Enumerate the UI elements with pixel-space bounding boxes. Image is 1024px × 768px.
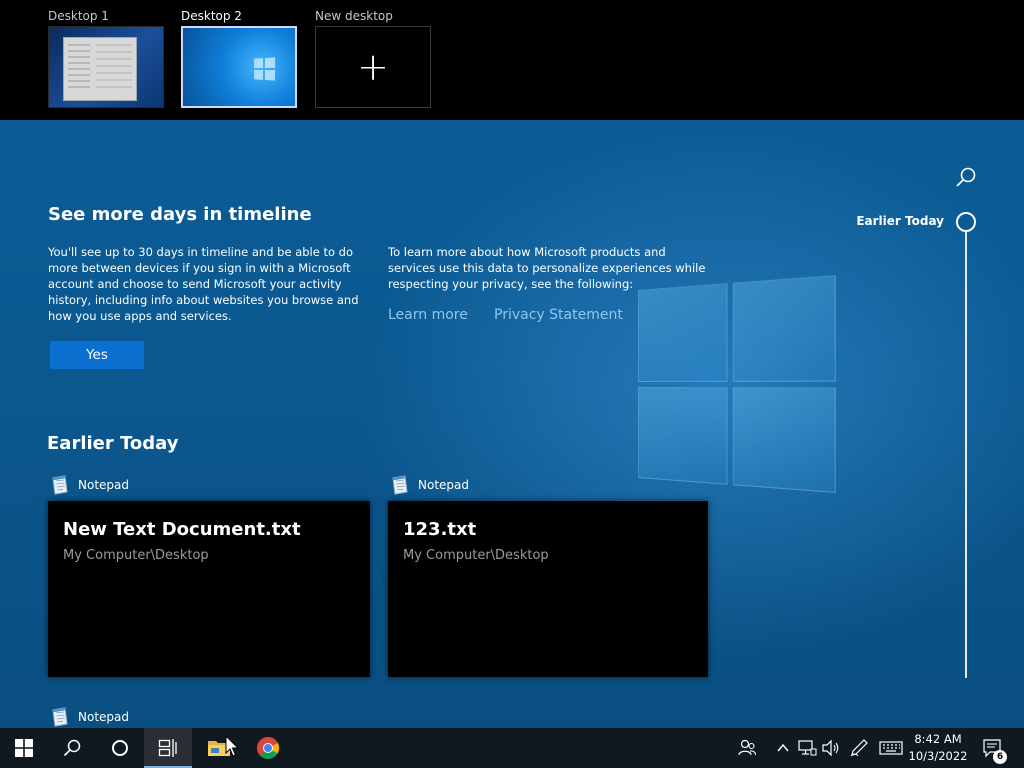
new-desktop-button[interactable]: + <box>315 26 431 108</box>
task-view-icon <box>158 739 177 757</box>
virtual-desktop-1[interactable]: Desktop 1 <box>48 8 164 108</box>
volume-button[interactable] <box>820 737 842 759</box>
people-button[interactable] <box>736 737 758 759</box>
virtual-desktop-1-thumbnail[interactable] <box>48 26 164 108</box>
activity-app-tag: Notepad <box>388 474 469 496</box>
virtual-desktop-2-label: Desktop 2 <box>181 9 242 23</box>
virtual-desktop-2[interactable]: Desktop 2 <box>181 8 297 108</box>
keyboard-icon <box>879 741 903 755</box>
windows-ink-button[interactable] <box>848 737 870 759</box>
plus-icon: + <box>357 45 389 89</box>
clock-date: 10/3/2022 <box>908 749 968 763</box>
timeline-scrubber-label: Earlier Today <box>856 214 944 228</box>
timeline-view: Earlier Today See more days in timeline … <box>0 120 1024 728</box>
activity-app-name: Notepad <box>78 478 129 492</box>
section-title: Earlier Today <box>47 433 179 454</box>
people-icon <box>738 739 757 756</box>
system-clock[interactable]: 8:42 AM 10/3/2022 <box>906 731 970 765</box>
privacy-statement-link[interactable]: Privacy Statement <box>494 307 623 323</box>
start-button[interactable] <box>0 728 48 768</box>
chrome-button[interactable] <box>244 728 292 768</box>
windows-background-logo <box>638 274 836 494</box>
task-view-button[interactable] <box>144 728 192 768</box>
activity-title: New Text Document.txt <box>63 519 301 540</box>
clock-time: 8:42 AM <box>914 732 962 746</box>
search-icon <box>956 167 976 187</box>
activity-path: My Computer\Desktop <box>403 548 549 563</box>
activity-title: 123.txt <box>403 519 477 540</box>
network-button[interactable] <box>796 737 818 759</box>
notepad-icon <box>52 475 68 495</box>
activity-app-name: Notepad <box>78 710 129 724</box>
promo-title: See more days in timeline <box>48 204 312 225</box>
yes-button[interactable]: Yes <box>50 341 144 369</box>
new-desktop-label: New desktop <box>315 9 393 23</box>
activity-card[interactable]: New Text Document.txt My Computer\Deskto… <box>48 501 370 677</box>
virtual-desktops-bar: Desktop 1 Desktop 2 New desktop + <box>0 0 1024 120</box>
activity-app-tag: Notepad <box>48 706 129 728</box>
virtual-desktop-1-label: Desktop 1 <box>48 9 109 23</box>
cortana-icon <box>112 740 128 756</box>
promo-privacy-text: To learn more about how Microsoft produc… <box>388 245 706 291</box>
notification-count-badge: 6 <box>993 750 1007 764</box>
taskbar: 8:42 AM 10/3/2022 6 <box>0 728 1024 768</box>
touch-keyboard-button[interactable] <box>878 737 904 759</box>
activity-path: My Computer\Desktop <box>63 548 209 563</box>
windows-start-icon <box>15 739 33 757</box>
network-icon <box>798 740 817 756</box>
new-desktop[interactable]: New desktop + <box>315 8 431 108</box>
volume-icon <box>822 739 839 757</box>
notepad-icon <box>52 707 68 727</box>
chevron-up-icon <box>777 743 789 752</box>
pen-icon <box>850 739 868 757</box>
activity-app-tag: Notepad <box>48 474 129 496</box>
timeline-search-button[interactable] <box>952 164 980 192</box>
cortana-button[interactable] <box>96 728 144 768</box>
activity-app-name: Notepad <box>418 478 469 492</box>
timeline-scrubber-track[interactable] <box>965 230 967 678</box>
timeline-scrubber-knob[interactable] <box>956 212 976 232</box>
search-icon <box>63 739 81 757</box>
chrome-icon <box>257 736 280 759</box>
windows-logo-icon <box>254 57 276 81</box>
activity-card[interactable]: 123.txt My Computer\Desktop <box>388 501 708 677</box>
show-hidden-icons-button[interactable] <box>772 737 794 759</box>
promo-body: You'll see up to 30 days in timeline and… <box>48 245 359 323</box>
virtual-desktop-2-thumbnail[interactable] <box>181 26 297 108</box>
notepad-icon <box>392 475 408 495</box>
search-button[interactable] <box>48 728 96 768</box>
mouse-cursor-icon <box>225 735 239 757</box>
learn-more-link[interactable]: Learn more <box>388 307 468 323</box>
